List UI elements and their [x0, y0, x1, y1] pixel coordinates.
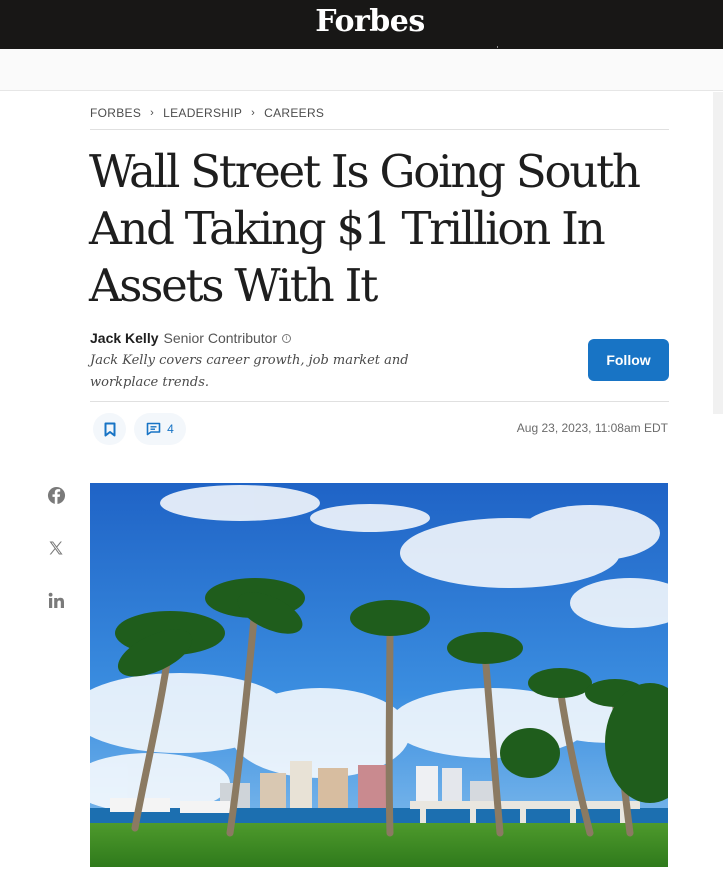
breadcrumb: FORBES › LEADERSHIP › CAREERS [90, 106, 324, 120]
article-headline: Wall Street Is Going South And Taking $1… [89, 145, 641, 312]
breadcrumb-separator: › [251, 107, 256, 119]
linkedin-icon [48, 592, 64, 608]
facebook-share-button[interactable] [46, 485, 66, 505]
follow-button[interactable]: Follow [588, 339, 669, 381]
publish-date: Aug 23, 2023, 11:08am EDT [516, 421, 668, 435]
breadcrumb-item-leadership[interactable]: LEADERSHIP [163, 106, 242, 120]
byline-divider [90, 401, 669, 402]
x-icon [49, 541, 63, 555]
breadcrumb-divider [90, 129, 669, 130]
hero-image [90, 483, 668, 867]
comment-count: 4 [167, 422, 174, 436]
comments-button[interactable]: 4 [134, 413, 186, 445]
breadcrumb-item-careers[interactable]: CAREERS [264, 106, 324, 120]
x-share-button[interactable] [46, 538, 66, 558]
comment-icon [146, 422, 161, 436]
bookmark-button[interactable] [93, 413, 126, 445]
info-icon[interactable]: i [282, 333, 292, 343]
author-role: Senior Contributor [163, 330, 278, 346]
breadcrumb-item-forbes[interactable]: FORBES [90, 106, 141, 120]
topbar-marker [497, 46, 498, 48]
author-bio: Jack Kelly covers career growth, job mar… [90, 353, 409, 390]
top-brand-bar: Forbes [0, 0, 723, 49]
linkedin-share-button[interactable] [46, 590, 66, 610]
ad-strip [0, 49, 723, 91]
forbes-logo[interactable]: Forbes [0, 2, 723, 42]
author-byline: Jack Kelly Senior Contributor i [90, 330, 292, 346]
bookmark-icon [104, 422, 115, 436]
breadcrumb-separator: › [150, 107, 155, 119]
author-name[interactable]: Jack Kelly [90, 330, 159, 346]
scrollbar[interactable] [713, 92, 723, 414]
palm-trees-waterfront-photo [90, 483, 668, 867]
facebook-icon [47, 486, 65, 504]
